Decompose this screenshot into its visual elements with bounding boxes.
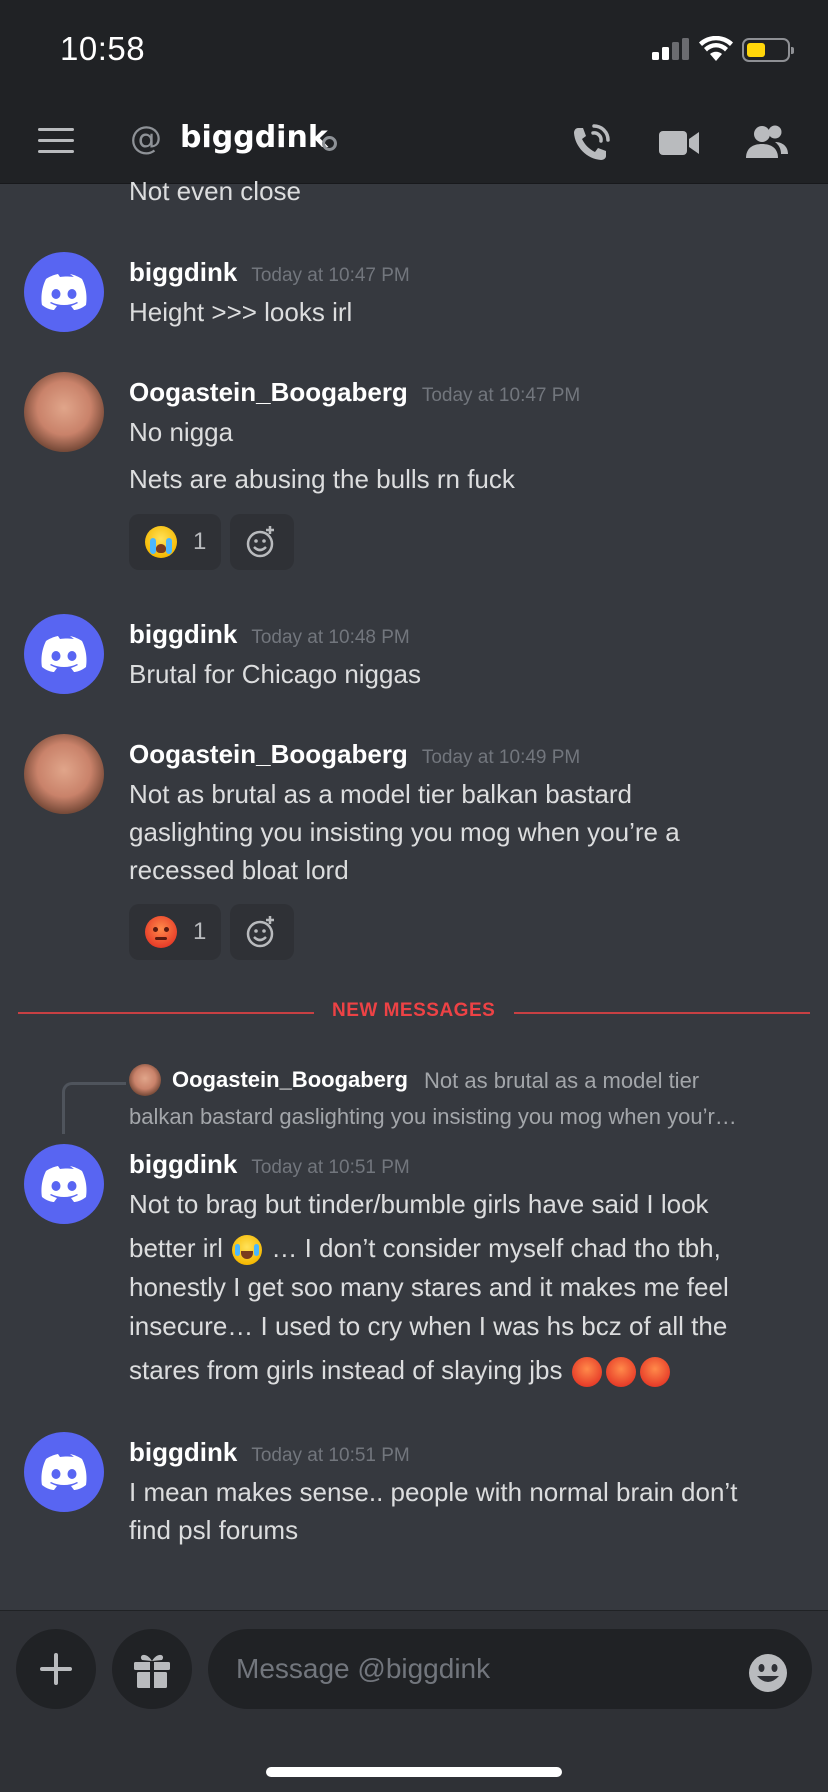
wifi-icon — [699, 36, 733, 61]
message-text: stares from girls instead of slaying jbs — [129, 1351, 789, 1389]
angry-face-icon — [571, 1357, 602, 1388]
reaction-button[interactable]: 1 — [129, 514, 221, 570]
message-text: No nigga — [129, 417, 234, 447]
message-timestamp: Today at 10:47 PM — [421, 385, 581, 406]
avatar[interactable] — [24, 252, 104, 332]
message-text: Height >>> looks irl — [129, 297, 353, 327]
message-input[interactable] — [208, 1629, 812, 1709]
message-text: I mean makes sense.. people with normal … — [129, 1477, 738, 1507]
message-text: gaslighting you insisting you mog when y… — [129, 817, 680, 847]
avatar[interactable] — [24, 372, 104, 452]
loudly-crying-face-icon — [145, 526, 177, 558]
reply-avatar — [129, 1064, 161, 1096]
message-timestamp: Today at 10:48 PM — [251, 627, 410, 648]
message-text: Not as brutal as a model tier balkan bas… — [129, 779, 632, 809]
phone-call-icon[interactable] — [568, 120, 614, 166]
gift-icon — [134, 1654, 170, 1688]
username[interactable]: Oogastein_Boogaberg Today at 10:47 PM — [129, 377, 580, 408]
add-reaction-button[interactable] — [230, 514, 294, 570]
cellular-signal-icon — [652, 38, 690, 60]
username[interactable]: biggdink Today at 10:47 PM — [129, 257, 410, 288]
angry-face-icon — [145, 916, 177, 948]
new-messages-divider-line — [18, 1012, 314, 1014]
message-text: Brutal for Chicago niggas — [129, 659, 421, 689]
status-bar: 10:58 — [0, 0, 828, 100]
message-text: Not to brag but tinder/bumble girls have… — [129, 1189, 709, 1219]
avatar[interactable] — [24, 1432, 104, 1512]
home-indicator — [266, 1767, 562, 1777]
attach-button[interactable] — [16, 1629, 96, 1709]
video-camera-icon[interactable] — [656, 120, 702, 166]
new-messages-label: NEW MESSAGES — [332, 1000, 496, 1021]
message-text: find psl forums — [129, 1515, 299, 1545]
reply-username[interactable]: Oogastein_Boogaberg — [172, 1067, 408, 1093]
message-text: honestly I get soo many stares and it ma… — [129, 1272, 729, 1302]
message-timestamp: Today at 10:51 PM — [251, 1445, 410, 1466]
angry-face-icon — [605, 1357, 636, 1388]
add-reaction-icon — [246, 526, 274, 558]
message-text: insecure… I used to cry when I was hs bc… — [129, 1311, 728, 1341]
message-text: Nets are abusing the bulls rn fuck — [129, 464, 515, 494]
username[interactable]: Oogastein_Boogaberg Today at 10:49 PM — [129, 739, 580, 770]
message-timestamp: Today at 10:49 PM — [421, 747, 581, 768]
plus-icon — [40, 1653, 72, 1685]
channel-title[interactable]: biggdink — [180, 120, 328, 155]
avatar[interactable] — [24, 614, 104, 694]
discord-logo-icon — [41, 1166, 87, 1202]
message-composer — [0, 1610, 828, 1792]
new-messages-divider-line — [514, 1012, 810, 1014]
message-text: Not even close — [129, 176, 301, 206]
gift-button[interactable] — [112, 1629, 192, 1709]
emoji-picker-icon[interactable] — [748, 1653, 788, 1693]
reply-preview-text[interactable]: balkan bastard gaslighting you insisting… — [129, 1104, 737, 1130]
discord-logo-icon — [41, 1454, 87, 1490]
menu-icon[interactable] — [38, 128, 74, 154]
reply-connector — [62, 1082, 126, 1134]
joy-emoji-icon — [232, 1235, 263, 1266]
reply-preview-text[interactable]: Not as brutal as a model tier — [424, 1068, 699, 1094]
avatar[interactable] — [24, 734, 104, 814]
discord-logo-icon — [41, 274, 87, 310]
reaction-count: 1 — [193, 528, 207, 555]
username[interactable]: biggdink Today at 10:51 PM — [129, 1149, 410, 1180]
message-timestamp: Today at 10:51 PM — [251, 1157, 410, 1178]
at-icon: @ — [130, 119, 162, 157]
message-text: recessed bloat lord — [129, 855, 349, 885]
discord-logo-icon — [41, 636, 87, 672]
add-reaction-icon — [246, 916, 274, 948]
angry-face-icon — [639, 1357, 670, 1388]
username[interactable]: biggdink Today at 10:51 PM — [129, 1437, 410, 1468]
status-time: 10:58 — [60, 30, 146, 67]
avatar[interactable] — [24, 1144, 104, 1224]
member-list-icon[interactable] — [744, 120, 790, 166]
reaction-button[interactable]: 1 — [129, 904, 221, 960]
reaction-count: 1 — [193, 918, 207, 945]
username[interactable]: biggdink Today at 10:48 PM — [129, 619, 410, 650]
battery-icon — [742, 38, 794, 62]
offline-status-icon — [322, 136, 337, 151]
message-timestamp: Today at 10:47 PM — [251, 265, 410, 286]
message-text: better irl … I don’t consider myself cha… — [129, 1229, 789, 1267]
add-reaction-button[interactable] — [230, 904, 294, 960]
